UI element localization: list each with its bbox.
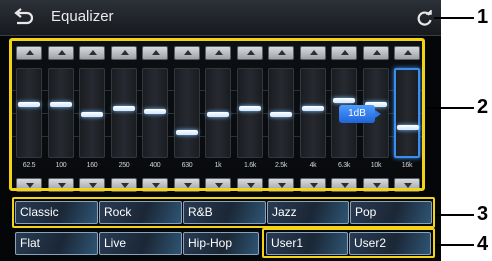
- preset-live-button[interactable]: Live: [99, 232, 182, 255]
- callout-line: [435, 214, 474, 216]
- preset-flat-button[interactable]: Flat: [15, 232, 98, 255]
- equalizer-screen: Equalizer 62.5 100 160 250 400 630 1k 1.6k 2.5k 4…: [0, 0, 441, 261]
- equalizer-highlight-frame: [9, 38, 425, 191]
- callout-line: [434, 17, 474, 19]
- callout-2: 2: [477, 96, 489, 118]
- page-title: Equalizer: [51, 8, 114, 25]
- user-presets-highlight-frame: [262, 228, 435, 258]
- callout-1: 1: [477, 6, 489, 28]
- callout-line: [435, 244, 474, 246]
- presets-highlight-frame: [12, 197, 435, 228]
- preset-hiphop-button[interactable]: Hip-Hop: [183, 232, 259, 255]
- callout-4: 4: [477, 233, 489, 255]
- callout-line: [426, 107, 474, 109]
- callout-3: 3: [477, 203, 489, 225]
- reset-icon[interactable]: [416, 10, 433, 27]
- title-bar: Equalizer: [0, 0, 441, 36]
- back-arrow-icon[interactable]: [12, 8, 36, 28]
